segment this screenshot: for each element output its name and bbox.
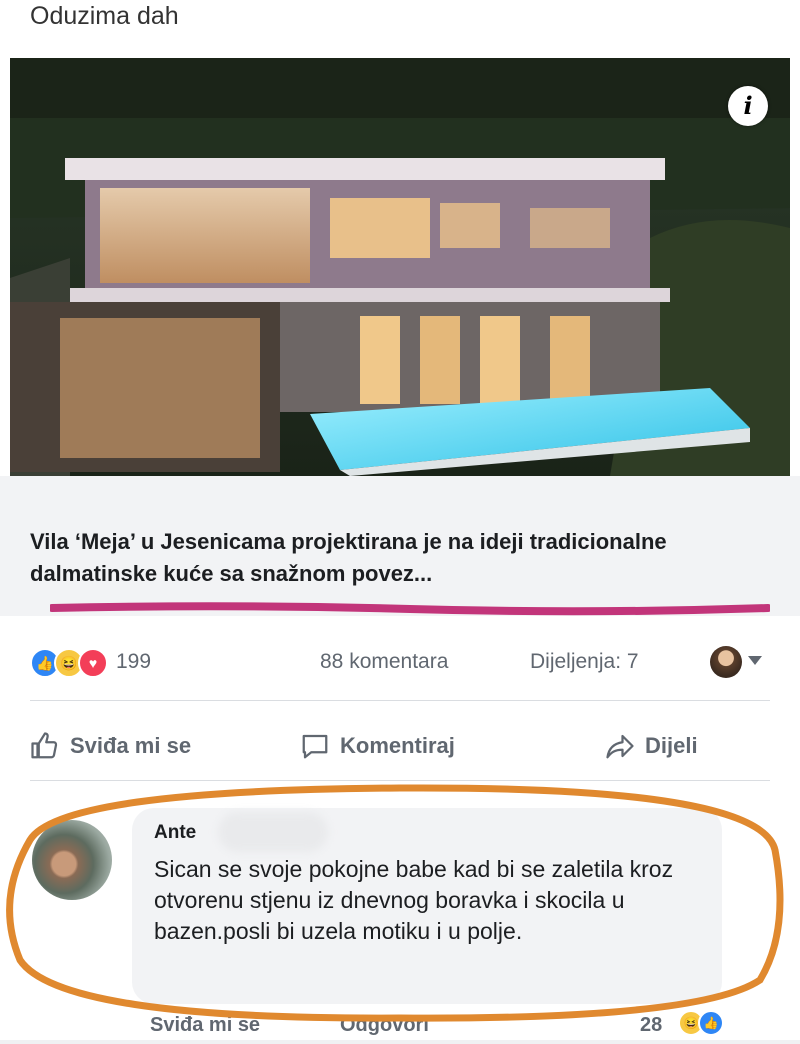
- comment-like-link[interactable]: Sviđa mi se: [150, 1014, 260, 1037]
- link-title[interactable]: Vila ‘Meja’ u Jesenicama projektirana je…: [30, 526, 780, 590]
- like-button-label: Sviđa mi se: [70, 733, 192, 758]
- like-button[interactable]: Sviđa mi se: [30, 726, 191, 766]
- comment-author[interactable]: Ante: [154, 822, 196, 844]
- divider: [30, 780, 770, 781]
- comment-button-label: Komentiraj: [340, 733, 455, 758]
- reactions-count[interactable]: 199: [116, 650, 151, 674]
- love-reaction-icon: ♥: [78, 648, 108, 678]
- comment-button[interactable]: Komentiraj: [300, 726, 455, 766]
- info-icon[interactable]: i: [728, 86, 768, 126]
- reactions-row: 👍 😆 ♥ 199 88 komentara Dijeljenja: 7: [30, 644, 770, 684]
- comment: Ante Sican se svoje pokojne babe kad bi …: [0, 790, 800, 1040]
- comment-text: Sican se svoje pokojne babe kad bi se za…: [154, 856, 674, 944]
- comment-reaction-icons[interactable]: 😆 👍: [678, 1010, 748, 1040]
- like-reaction-icon: 👍: [698, 1010, 724, 1036]
- blurred-surname: [218, 812, 328, 852]
- divider: [30, 700, 770, 701]
- share-button[interactable]: Dijeli: [605, 726, 698, 766]
- speech-bubble-icon: [302, 734, 328, 759]
- chevron-down-icon[interactable]: [748, 656, 762, 665]
- share-button-label: Dijeli: [645, 733, 698, 758]
- comment-bubble: Ante Sican se svoje pokojne babe kad bi …: [132, 808, 722, 1004]
- action-bar: Sviđa mi se Komentiraj Dijeli: [0, 716, 800, 776]
- page-avatar[interactable]: [710, 646, 742, 678]
- comment-reaction-count[interactable]: 28: [640, 1014, 662, 1037]
- share-arrow-icon: [606, 734, 634, 759]
- commenter-avatar[interactable]: [32, 820, 112, 900]
- comments-count[interactable]: 88 komentara: [320, 650, 448, 674]
- villa-photo: [10, 58, 790, 476]
- pink-underline-annotation: [50, 602, 770, 616]
- post-image[interactable]: i: [10, 58, 790, 476]
- shares-count[interactable]: Dijeljenja: 7: [530, 650, 639, 674]
- post-text: Oduzima dah: [30, 2, 179, 30]
- post-card: Oduzima dah i Vila ‘Meja’ u Jesenicama p…: [0, 0, 800, 1040]
- thumbs-up-icon: [31, 732, 58, 759]
- comment-reply-link[interactable]: Odgovori: [340, 1014, 429, 1037]
